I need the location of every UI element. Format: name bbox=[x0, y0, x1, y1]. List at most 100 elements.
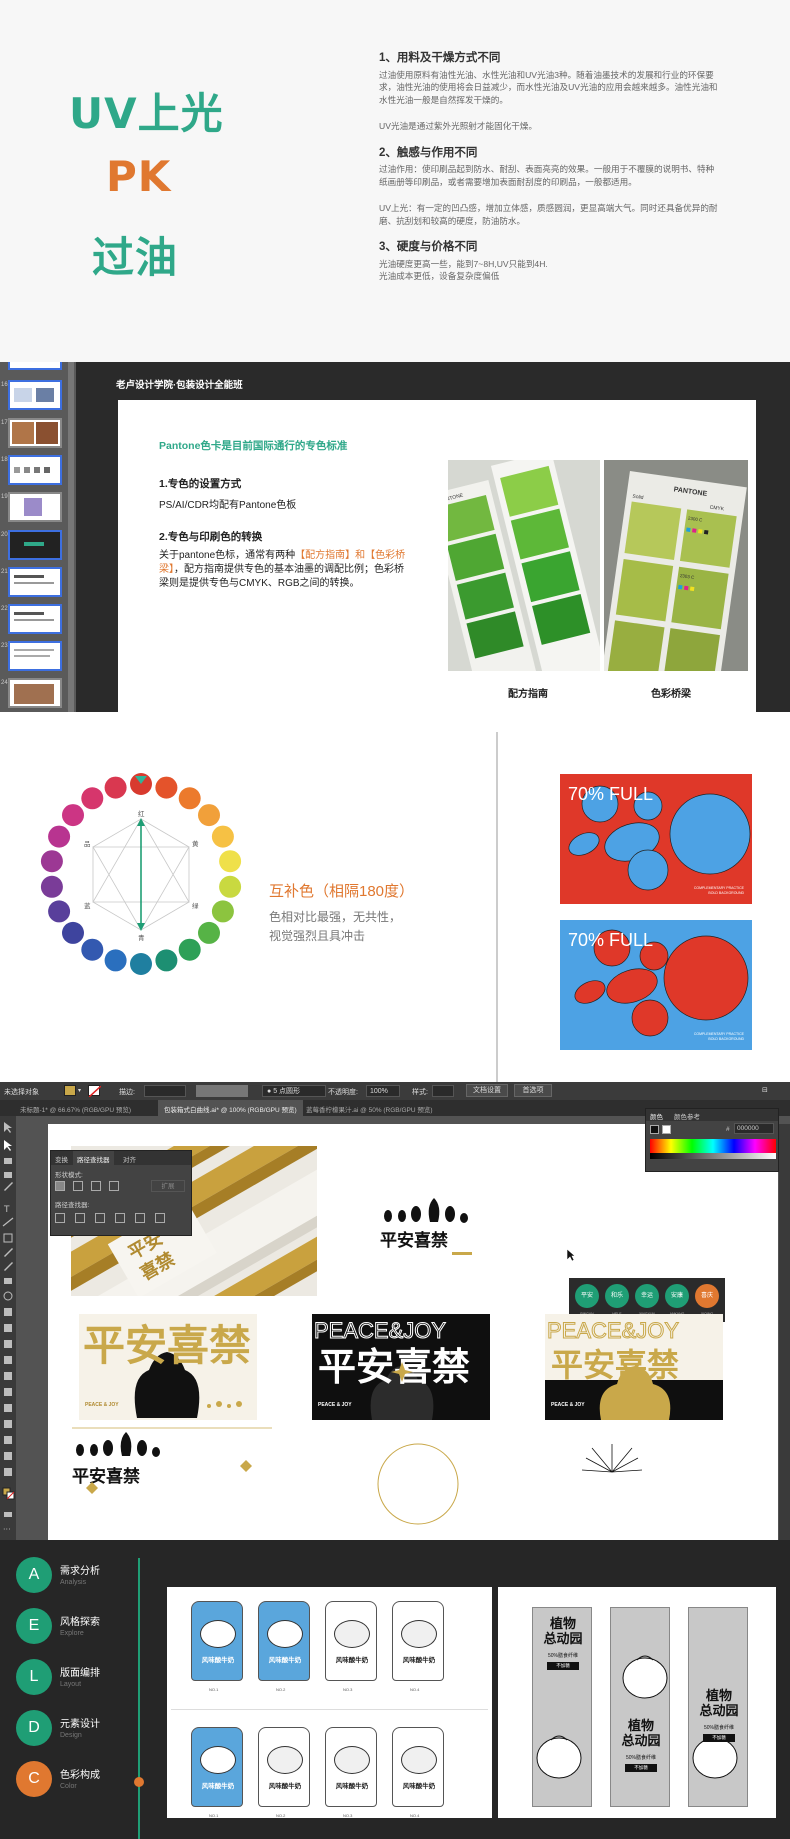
selection-tool-icon bbox=[4, 1122, 12, 1133]
tab-color-guide[interactable]: 颜色参考 bbox=[674, 1111, 700, 1121]
fill-swatch[interactable] bbox=[64, 1085, 76, 1096]
tab-color[interactable]: 颜色 bbox=[650, 1111, 663, 1121]
process-step-design: D 元素设计 Design bbox=[16, 1710, 146, 1760]
stroke-swatch[interactable] bbox=[88, 1085, 101, 1097]
word-oil: 过油 bbox=[92, 233, 179, 282]
minus-back-icon[interactable] bbox=[155, 1213, 165, 1223]
blue-card: 70% FULL COMPLEMENTARY PRACTICE BOLD BACK… bbox=[560, 920, 752, 1050]
doc-tab-1[interactable]: 未标题-1* @ 66.67% (RGB/GPU 预览) bbox=[20, 1104, 131, 1114]
trim-icon[interactable] bbox=[75, 1213, 85, 1223]
heading-3: 3、硬度与价格不同 bbox=[379, 241, 478, 253]
complement-desc-1: 色相对比最强，无共性， bbox=[269, 910, 402, 924]
tab-align[interactable]: 对齐 bbox=[123, 1154, 136, 1164]
style-select[interactable] bbox=[432, 1085, 454, 1097]
more-tools-icon: ··· bbox=[3, 1525, 11, 1534]
wheel-label-red: 红 bbox=[138, 809, 145, 818]
artboard[interactable]: 平安 喜禁 变换 路径查找器 对齐 形状模式: 扩展 路径查找器: 平安喜禁 平… bbox=[48, 1124, 778, 1540]
process-step-color: C 色彩构成 Color bbox=[16, 1761, 146, 1811]
comparison-text: 1、用料及干燥方式不同 过油使用原料有油性光油、水性光油和UV光油3种。随着油墨… bbox=[379, 52, 719, 283]
expand-button[interactable]: 扩展 bbox=[151, 1180, 185, 1192]
mesh-tool-icon bbox=[4, 1388, 12, 1396]
red-card-small: COMPLEMENTARY PRACTICE BOLD BACKGROUND bbox=[693, 886, 744, 895]
slide-thumbnail[interactable] bbox=[8, 604, 62, 634]
tab-transform[interactable]: 变换 bbox=[55, 1154, 68, 1164]
paragraph-3a: 光油硬度更高一些，能到7~8H,UV只能到4H. bbox=[379, 258, 548, 269]
milk-package-sketch: 风味酸牛奶 bbox=[325, 1727, 377, 1807]
pathfinder-panel: 变换 路径查找器 对齐 形状模式: 扩展 路径查找器: bbox=[50, 1150, 192, 1236]
minus-front-icon[interactable] bbox=[73, 1181, 83, 1191]
doc-tab-2-active[interactable]: 包装箱式白曲线.ai* @ 100% (RGB/GPU 预览) bbox=[158, 1100, 303, 1116]
banner-black-en: PEACE&JOY bbox=[314, 1318, 446, 1343]
exclude-icon[interactable] bbox=[109, 1181, 119, 1191]
outline-icon[interactable] bbox=[135, 1213, 145, 1223]
warp-tool-icon bbox=[4, 1324, 12, 1332]
document-setup-button[interactable]: 文档设置 bbox=[466, 1084, 508, 1097]
crop-icon[interactable] bbox=[115, 1213, 125, 1223]
slide-thumbnail[interactable] bbox=[8, 380, 62, 410]
color-wheel-dot bbox=[81, 787, 104, 810]
slide-thumbnail[interactable] bbox=[8, 455, 62, 485]
pantone-slide: Pantone色卡是目前国际通行的专色标准 1.专色的设置方式 PS/AI/CD… bbox=[118, 400, 756, 712]
complementary-color-section: 红 黄 绿 青 蓝 品 互补色（相隔180度） 色相对比最强，无共性， 视觉强烈… bbox=[0, 712, 790, 1082]
slide-thumbnail-panel[interactable]: 16 17 18 19 20 21 22 23 24 bbox=[0, 362, 76, 712]
bag-tag: 不加糖 bbox=[547, 1662, 579, 1670]
pingan-logo: 平安喜禁 bbox=[380, 1198, 472, 1255]
stroke-weight-field[interactable] bbox=[144, 1085, 186, 1097]
selection-status: 未选择对象 bbox=[4, 1089, 39, 1096]
slide-thumbnail[interactable] bbox=[8, 530, 62, 560]
slide-thumbnail[interactable] bbox=[8, 362, 62, 370]
variable-width-profile[interactable] bbox=[196, 1085, 248, 1097]
doc-tab-3[interactable]: 蓝莓香柠檬果汁.ai @ 50% (RGB/GPU 预览) bbox=[306, 1104, 433, 1114]
style-label: 样式: bbox=[412, 1089, 428, 1096]
milk-brand-text: 风味酸牛奶 bbox=[268, 1783, 302, 1790]
chevron-down-icon[interactable]: ▾ bbox=[78, 1087, 81, 1094]
magic-wand-icon bbox=[4, 1158, 12, 1164]
stroke-label: 描边: bbox=[119, 1089, 135, 1096]
pasteboard[interactable] bbox=[16, 1116, 48, 1540]
fill-color-chip[interactable] bbox=[650, 1125, 659, 1134]
milk-brand-text: 风味酸牛奶 bbox=[402, 1783, 436, 1790]
slide-thumbnail[interactable] bbox=[8, 678, 62, 708]
thumbnail-scrollbar[interactable] bbox=[68, 362, 74, 712]
stroke-color-chip[interactable] bbox=[662, 1125, 671, 1134]
unite-icon[interactable] bbox=[55, 1181, 65, 1191]
spectrum-bar[interactable] bbox=[650, 1139, 776, 1153]
rectangle-tool-icon bbox=[3, 1233, 13, 1243]
tab-pathfinder[interactable]: 路径查找器 bbox=[73, 1151, 114, 1167]
step-subtitle: Color bbox=[60, 1783, 77, 1790]
thumb-number: 19 bbox=[1, 494, 8, 500]
tools-panel: T ··· bbox=[0, 1116, 16, 1540]
bag-subtitle: 50%膳食纤维 bbox=[547, 1653, 578, 1659]
milk-brand-text: 风味酸牛奶 bbox=[268, 1657, 302, 1664]
thumb-number: 20 bbox=[1, 532, 8, 538]
pathfinder-buttons bbox=[55, 1213, 189, 1227]
right-scrollbar[interactable] bbox=[779, 1124, 790, 1540]
slide-sub-2: 2.专色与印刷色的转换 bbox=[159, 531, 263, 543]
opacity-field[interactable]: 100% bbox=[366, 1085, 400, 1097]
grayscale-bar[interactable] bbox=[650, 1153, 776, 1159]
merge-icon[interactable] bbox=[95, 1213, 105, 1223]
banner-cream-en: PEACE & JOY bbox=[85, 1402, 119, 1408]
hex-input[interactable]: 000000 bbox=[734, 1123, 774, 1134]
brush-definition-select[interactable]: ● 5 点圆形 bbox=[262, 1085, 326, 1097]
preferences-button[interactable]: 首选项 bbox=[514, 1084, 552, 1097]
tools-icons[interactable]: T ··· bbox=[0, 1116, 16, 1540]
slide-thumbnail[interactable] bbox=[8, 641, 62, 671]
process-step-explore: E 风格探索 Explore bbox=[16, 1608, 146, 1658]
formula-guide-photo: PANTONE bbox=[448, 460, 600, 671]
color-chip: 喜庆 bbox=[695, 1284, 719, 1308]
panel-menu-icon[interactable]: ⊟ bbox=[762, 1086, 768, 1094]
red-card: 70% FULL COMPLEMENTARY PRACTICE BOLD BACK… bbox=[560, 774, 752, 904]
slide-thumbnail[interactable] bbox=[8, 492, 62, 522]
caption-color-bridge: 色彩桥梁 bbox=[651, 689, 691, 700]
slide-thumbnail[interactable] bbox=[8, 567, 62, 597]
slide-thumbnail[interactable] bbox=[8, 418, 62, 448]
intersect-icon[interactable] bbox=[91, 1181, 101, 1191]
divide-icon[interactable] bbox=[55, 1213, 65, 1223]
shape-mode-buttons: 扩展 bbox=[55, 1180, 189, 1195]
color-wheel-dot bbox=[104, 776, 127, 799]
color-wheel-dot bbox=[81, 938, 104, 961]
slide-text-2b: ，配方指南提供专色的基本油墨的调配比例；色彩桥梁则是提供专色与CMYK、RGB之… bbox=[159, 564, 404, 589]
wheel-label-magenta: 品 bbox=[84, 840, 91, 848]
free-transform-icon bbox=[4, 1340, 12, 1348]
